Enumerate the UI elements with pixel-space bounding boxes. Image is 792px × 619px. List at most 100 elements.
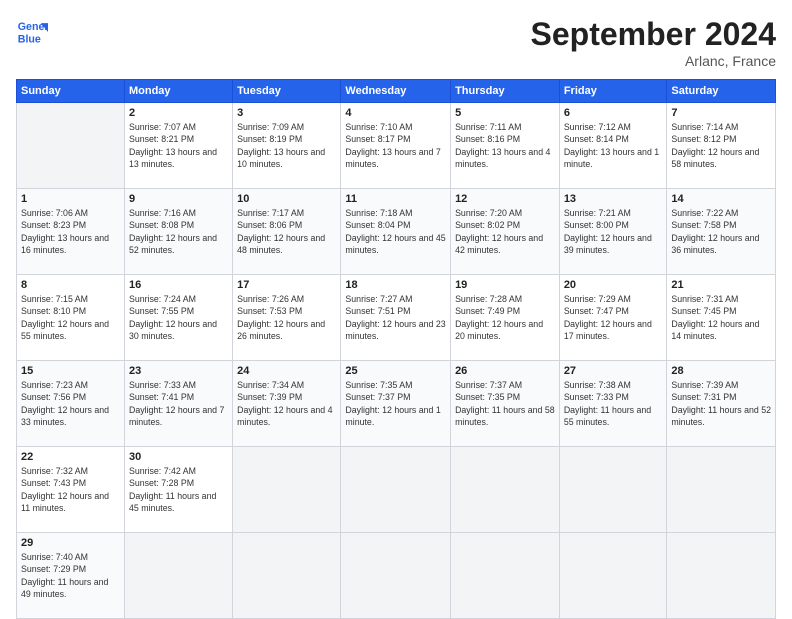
- calendar-cell: 12 Sunrise: 7:20 AM Sunset: 8:02 PM Dayli…: [451, 189, 560, 275]
- day-number: 30: [129, 451, 228, 463]
- day-detail: Sunrise: 7:38 AM Sunset: 7:33 PM Dayligh…: [564, 379, 663, 428]
- calendar-cell: [341, 447, 451, 533]
- calendar-cell: 28Sunrise: 7:39 AM Sunset: 7:31 PM Dayli…: [667, 361, 776, 447]
- svg-text:Blue: Blue: [18, 34, 41, 46]
- calendar-row: 29Sunrise: 7:40 AM Sunset: 7:29 PM Dayli…: [17, 533, 776, 619]
- day-number: 10: [237, 193, 336, 205]
- day-number: 1: [21, 193, 120, 205]
- day-detail: Sunrise: 7:33 AM Sunset: 7:41 PM Dayligh…: [129, 379, 228, 428]
- day-detail: Sunrise: 7:14 AM Sunset: 8:12 PM Dayligh…: [671, 121, 771, 170]
- day-number: 14: [671, 193, 771, 205]
- day-number: 21: [671, 279, 771, 291]
- day-number: 8: [21, 279, 120, 291]
- col-thursday: Thursday: [451, 80, 560, 103]
- calendar-cell: 18 Sunrise: 7:27 AM Sunset: 7:51 PM Dayli…: [341, 275, 451, 361]
- month-title: September 2024: [531, 16, 776, 53]
- calendar-cell: [667, 533, 776, 619]
- day-detail: Sunrise: 7:42 AM Sunset: 7:28 PM Dayligh…: [129, 465, 228, 514]
- calendar-cell: 17Sunrise: 7:26 AM Sunset: 7:53 PM Dayli…: [233, 275, 341, 361]
- day-number: 12: [455, 193, 555, 205]
- day-detail: Sunrise: 7:24 AM Sunset: 7:55 PM Dayligh…: [129, 293, 228, 342]
- calendar-row: 8 Sunrise: 7:15 AM Sunset: 8:10 PM Daylig…: [17, 275, 776, 361]
- day-number: 22: [21, 451, 120, 463]
- day-number: 5: [455, 107, 555, 119]
- day-number: 26: [455, 365, 555, 377]
- calendar-header-row: Sunday Monday Tuesday Wednesday Thursday…: [17, 80, 776, 103]
- day-detail: Sunrise: 7:32 AM Sunset: 7:43 PM Dayligh…: [21, 465, 120, 514]
- calendar-cell: 22 Sunrise: 7:32 AM Sunset: 7:43 PM Dayli…: [17, 447, 125, 533]
- day-number: 23: [129, 365, 228, 377]
- calendar-row: 15Sunrise: 7:23 AM Sunset: 7:56 PM Dayli…: [17, 361, 776, 447]
- day-number: 7: [671, 107, 771, 119]
- day-detail: Sunrise: 7:39 AM Sunset: 7:31 PM Dayligh…: [671, 379, 771, 428]
- calendar-cell: [233, 533, 341, 619]
- calendar-cell: 20 Sunrise: 7:29 AM Sunset: 7:47 PM Dayli…: [559, 275, 667, 361]
- day-detail: Sunrise: 7:07 AM Sunset: 8:21 PM Dayligh…: [129, 121, 228, 170]
- day-detail: Sunrise: 7:20 AM Sunset: 8:02 PM Dayligh…: [455, 207, 555, 256]
- day-number: 13: [564, 193, 663, 205]
- day-detail: Sunrise: 7:35 AM Sunset: 7:37 PM Dayligh…: [345, 379, 446, 428]
- calendar-cell: 23 Sunrise: 7:33 AM Sunset: 7:41 PM Dayli…: [124, 361, 232, 447]
- day-detail: Sunrise: 7:21 AM Sunset: 8:00 PM Dayligh…: [564, 207, 663, 256]
- calendar-cell: 26 Sunrise: 7:37 AM Sunset: 7:35 PM Dayli…: [451, 361, 560, 447]
- logo: General Blue: [16, 16, 48, 48]
- calendar-cell: 4Sunrise: 7:10 AM Sunset: 8:17 PM Daylig…: [341, 103, 451, 189]
- calendar-row: 1 Sunrise: 7:06 AM Sunset: 8:23 PM Daylig…: [17, 189, 776, 275]
- calendar-cell: 8 Sunrise: 7:15 AM Sunset: 8:10 PM Daylig…: [17, 275, 125, 361]
- day-detail: Sunrise: 7:22 AM Sunset: 7:58 PM Dayligh…: [671, 207, 771, 256]
- day-detail: Sunrise: 7:26 AM Sunset: 7:53 PM Dayligh…: [237, 293, 336, 342]
- col-sunday: Sunday: [17, 80, 125, 103]
- calendar-cell: [451, 533, 560, 619]
- calendar-cell: 10 Sunrise: 7:17 AM Sunset: 8:06 PM Dayli…: [233, 189, 341, 275]
- page: General Blue September 2024 Arlanc, Fran…: [0, 0, 792, 612]
- day-detail: Sunrise: 7:18 AM Sunset: 8:04 PM Dayligh…: [345, 207, 446, 256]
- calendar-cell: 2 Sunrise: 7:07 AM Sunset: 8:21 PM Daylig…: [124, 103, 232, 189]
- calendar-cell: [17, 103, 125, 189]
- calendar-cell: 7 Sunrise: 7:14 AM Sunset: 8:12 PM Daylig…: [667, 103, 776, 189]
- title-area: September 2024 Arlanc, France: [531, 16, 776, 69]
- day-number: 2: [129, 107, 228, 119]
- calendar-cell: [559, 447, 667, 533]
- day-detail: Sunrise: 7:09 AM Sunset: 8:19 PM Dayligh…: [237, 121, 336, 170]
- calendar-cell: 1 Sunrise: 7:06 AM Sunset: 8:23 PM Daylig…: [17, 189, 125, 275]
- day-detail: Sunrise: 7:27 AM Sunset: 7:51 PM Dayligh…: [345, 293, 446, 342]
- calendar-cell: [451, 447, 560, 533]
- day-number: 6: [564, 107, 663, 119]
- day-number: 16: [129, 279, 228, 291]
- day-number: 20: [564, 279, 663, 291]
- calendar-cell: [341, 533, 451, 619]
- calendar-cell: 16 Sunrise: 7:24 AM Sunset: 7:55 PM Dayli…: [124, 275, 232, 361]
- day-detail: Sunrise: 7:29 AM Sunset: 7:47 PM Dayligh…: [564, 293, 663, 342]
- calendar-cell: 6Sunrise: 7:12 AM Sunset: 8:14 PM Daylig…: [559, 103, 667, 189]
- calendar-cell: 25Sunrise: 7:35 AM Sunset: 7:37 PM Dayli…: [341, 361, 451, 447]
- calendar-cell: [233, 447, 341, 533]
- col-wednesday: Wednesday: [341, 80, 451, 103]
- logo-icon: General Blue: [16, 16, 48, 48]
- calendar-cell: [667, 447, 776, 533]
- calendar-cell: 27 Sunrise: 7:38 AM Sunset: 7:33 PM Dayli…: [559, 361, 667, 447]
- day-number: 29: [21, 537, 120, 549]
- calendar-cell: 30 Sunrise: 7:42 AM Sunset: 7:28 PM Dayli…: [124, 447, 232, 533]
- col-friday: Friday: [559, 80, 667, 103]
- day-detail: Sunrise: 7:15 AM Sunset: 8:10 PM Dayligh…: [21, 293, 120, 342]
- calendar-cell: 19Sunrise: 7:28 AM Sunset: 7:49 PM Dayli…: [451, 275, 560, 361]
- calendar-cell: 29Sunrise: 7:40 AM Sunset: 7:29 PM Dayli…: [17, 533, 125, 619]
- calendar-cell: 5Sunrise: 7:11 AM Sunset: 8:16 PM Daylig…: [451, 103, 560, 189]
- calendar-row: 22 Sunrise: 7:32 AM Sunset: 7:43 PM Dayli…: [17, 447, 776, 533]
- header: General Blue September 2024 Arlanc, Fran…: [16, 16, 776, 69]
- day-detail: Sunrise: 7:06 AM Sunset: 8:23 PM Dayligh…: [21, 207, 120, 256]
- day-number: 18: [345, 279, 446, 291]
- location: Arlanc, France: [531, 53, 776, 69]
- calendar-cell: 11 Sunrise: 7:18 AM Sunset: 8:04 PM Dayli…: [341, 189, 451, 275]
- day-detail: Sunrise: 7:17 AM Sunset: 8:06 PM Dayligh…: [237, 207, 336, 256]
- day-number: 9: [129, 193, 228, 205]
- day-number: 11: [345, 193, 446, 205]
- day-number: 4: [345, 107, 446, 119]
- calendar-row: 2 Sunrise: 7:07 AM Sunset: 8:21 PM Daylig…: [17, 103, 776, 189]
- day-detail: Sunrise: 7:28 AM Sunset: 7:49 PM Dayligh…: [455, 293, 555, 342]
- calendar-cell: [124, 533, 232, 619]
- day-detail: Sunrise: 7:37 AM Sunset: 7:35 PM Dayligh…: [455, 379, 555, 428]
- day-detail: Sunrise: 7:16 AM Sunset: 8:08 PM Dayligh…: [129, 207, 228, 256]
- col-tuesday: Tuesday: [233, 80, 341, 103]
- day-number: 27: [564, 365, 663, 377]
